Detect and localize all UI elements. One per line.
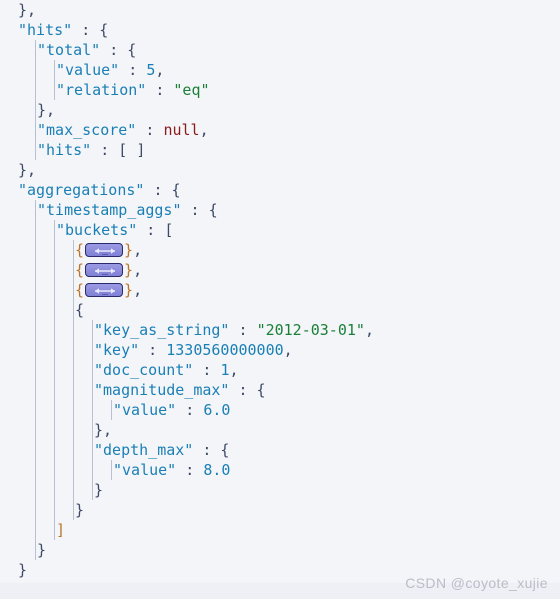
json-punctuation: , bbox=[364, 321, 374, 339]
code-line[interactable]: {}, bbox=[0, 280, 560, 300]
json-key: "relation" bbox=[56, 81, 147, 99]
code-line[interactable]: "timestamp_aggs" : { bbox=[0, 200, 560, 220]
json-fold-brace: } bbox=[124, 281, 134, 299]
json-fold-brace: { bbox=[75, 261, 85, 279]
json-string-value: "2012-03-01" bbox=[256, 321, 365, 339]
json-punctuation: : bbox=[176, 461, 204, 479]
json-key: "key_as_string" bbox=[94, 321, 230, 339]
code-line[interactable]: { bbox=[0, 300, 560, 320]
code-line[interactable]: ] bbox=[0, 520, 560, 540]
code-line[interactable]: "max_score" : null, bbox=[0, 120, 560, 140]
json-number-value: 1330560000000 bbox=[166, 341, 284, 359]
code-line[interactable]: "magnitude_max" : { bbox=[0, 380, 560, 400]
code-line[interactable]: } bbox=[0, 500, 560, 520]
code-line[interactable]: "buckets" : [ bbox=[0, 220, 560, 240]
code-line[interactable]: "aggregations" : { bbox=[0, 180, 560, 200]
json-key: "hits" bbox=[18, 21, 73, 39]
collapsed-region-arrows-icon[interactable] bbox=[85, 283, 124, 297]
json-punctuation: } bbox=[37, 541, 47, 559]
code-line[interactable]: }, bbox=[0, 100, 560, 120]
code-content[interactable]: }, "hits" : {"total" : {"value" : 5, "rela… bbox=[0, 0, 560, 599]
json-punctuation: : { bbox=[72, 21, 109, 39]
code-line[interactable]: } bbox=[0, 480, 560, 500]
code-line[interactable]: "key" : 1330560000000, bbox=[0, 340, 560, 360]
code-line[interactable]: "doc_count" : 1, bbox=[0, 360, 560, 380]
json-punctuation: }, bbox=[18, 161, 37, 179]
json-punctuation: , bbox=[199, 121, 209, 139]
code-line[interactable]: "value" : 8.0 bbox=[0, 460, 560, 480]
json-array-bracket: ] bbox=[56, 521, 66, 539]
json-fold-brace: } bbox=[124, 241, 134, 259]
json-punctuation: : bbox=[229, 321, 257, 339]
code-line[interactable]: "value" : 6.0 bbox=[0, 400, 560, 420]
json-punctuation: , bbox=[229, 361, 239, 379]
json-punctuation: } bbox=[75, 501, 85, 519]
json-fold-brace: } bbox=[124, 261, 134, 279]
json-key: "value" bbox=[113, 461, 177, 479]
json-key: "magnitude_max" bbox=[94, 381, 230, 399]
json-punctuation: : { bbox=[229, 381, 266, 399]
json-number-value: 6.0 bbox=[203, 401, 231, 419]
json-punctuation: : { bbox=[193, 441, 230, 459]
json-key: "key" bbox=[94, 341, 140, 359]
code-line[interactable]: {}, bbox=[0, 240, 560, 260]
json-string-value: "eq" bbox=[173, 81, 210, 99]
collapsed-region-arrows-icon[interactable] bbox=[85, 243, 124, 257]
json-fold-brace: { bbox=[75, 281, 85, 299]
json-fold-brace: { bbox=[75, 241, 85, 259]
collapsed-region-arrows-icon[interactable] bbox=[85, 263, 124, 277]
json-key: "depth_max" bbox=[94, 441, 194, 459]
json-key: "aggregations" bbox=[18, 181, 145, 199]
json-punctuation: }, bbox=[37, 101, 56, 119]
json-punctuation: , bbox=[283, 341, 293, 359]
json-key: "total" bbox=[37, 41, 101, 59]
code-line[interactable]: "total" : { bbox=[0, 40, 560, 60]
json-punctuation: , bbox=[133, 241, 143, 259]
json-punctuation: : bbox=[139, 341, 167, 359]
json-key: "timestamp_aggs" bbox=[37, 201, 182, 219]
code-line[interactable]: {}, bbox=[0, 260, 560, 280]
json-punctuation: }, bbox=[94, 421, 113, 439]
json-key: "max_score" bbox=[37, 121, 137, 139]
code-line[interactable]: "value" : 5, bbox=[0, 60, 560, 80]
json-key: "buckets" bbox=[56, 221, 138, 239]
json-number-value: 8.0 bbox=[203, 461, 231, 479]
json-null-literal: null bbox=[163, 121, 200, 139]
code-line[interactable]: "depth_max" : { bbox=[0, 440, 560, 460]
watermark-label: CSDN @coyote_xujie bbox=[405, 575, 548, 591]
json-key: "hits" bbox=[37, 141, 92, 159]
code-line[interactable]: }, bbox=[0, 160, 560, 180]
code-line[interactable]: } bbox=[0, 540, 560, 560]
json-punctuation: : bbox=[119, 61, 147, 79]
json-key: "doc_count" bbox=[94, 361, 194, 379]
json-punctuation: : { bbox=[181, 201, 218, 219]
json-punctuation: } bbox=[18, 561, 28, 579]
json-punctuation: : bbox=[146, 81, 174, 99]
json-punctuation: , bbox=[133, 281, 143, 299]
json-punctuation: : bbox=[136, 121, 164, 139]
json-punctuation: }, bbox=[18, 1, 37, 19]
code-line[interactable]: "hits" : { bbox=[0, 20, 560, 40]
json-punctuation: { bbox=[75, 301, 85, 319]
json-punctuation: : [ ] bbox=[91, 141, 146, 159]
code-line[interactable]: }, bbox=[0, 420, 560, 440]
json-punctuation: , bbox=[133, 261, 143, 279]
code-line[interactable]: "hits" : [ ] bbox=[0, 140, 560, 160]
json-punctuation: , bbox=[155, 61, 165, 79]
json-key: "value" bbox=[113, 401, 177, 419]
json-punctuation: : [ bbox=[137, 221, 174, 239]
code-line[interactable]: "key_as_string" : "2012-03-01", bbox=[0, 320, 560, 340]
json-punctuation: : bbox=[193, 361, 221, 379]
code-editor[interactable]: }, "hits" : {"total" : {"value" : 5, "rela… bbox=[0, 0, 560, 599]
json-number-value: 5 bbox=[146, 61, 156, 79]
json-key: "value" bbox=[56, 61, 120, 79]
json-punctuation: : { bbox=[144, 181, 181, 199]
json-punctuation: : { bbox=[100, 41, 137, 59]
code-line[interactable]: }, bbox=[0, 0, 560, 20]
json-punctuation: : bbox=[176, 401, 204, 419]
json-punctuation: } bbox=[94, 481, 104, 499]
code-line[interactable]: "relation" : "eq" bbox=[0, 80, 560, 100]
